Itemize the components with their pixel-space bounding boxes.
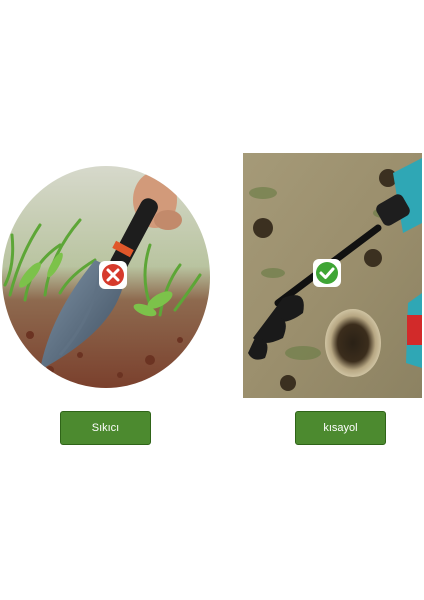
label-kisayol-text: kısayol xyxy=(323,422,358,434)
label-sikici-text: Sıkıcı xyxy=(91,422,120,434)
label-kisayol: kısayol xyxy=(295,411,386,445)
label-sikici: Sıkıcı xyxy=(60,411,151,445)
cross-icon xyxy=(98,260,128,290)
check-icon xyxy=(312,258,342,288)
